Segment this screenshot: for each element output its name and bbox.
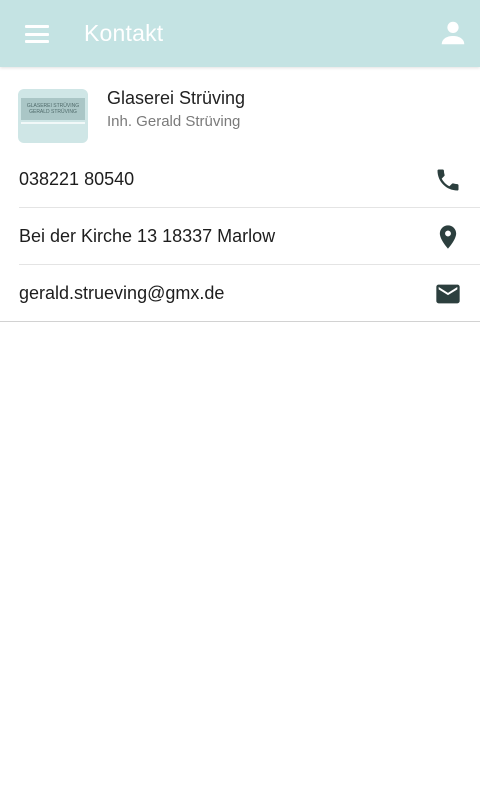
contact-content: GLASEREI STRÜVING GERALD STRÜVING Glaser…: [0, 67, 480, 322]
account-button[interactable]: [438, 18, 468, 48]
phone-icon[interactable]: [433, 165, 463, 195]
logo-text-line-2: GERALD STRÜVING: [29, 109, 77, 115]
contact-row-email[interactable]: gerald.strueving@gmx.de: [0, 265, 480, 322]
company-header: GLASEREI STRÜVING GERALD STRÜVING Glaser…: [0, 67, 480, 151]
email-address: gerald.strueving@gmx.de: [19, 283, 225, 303]
mail-icon[interactable]: [433, 279, 463, 309]
location-pin-icon[interactable]: [433, 222, 463, 252]
app-bar: Kontakt: [0, 0, 480, 67]
address-text: Bei der Kirche 13 18337 Marlow: [19, 226, 276, 246]
contact-row-phone[interactable]: 038221 80540: [0, 151, 480, 208]
menu-icon: [25, 25, 49, 28]
contact-row-address[interactable]: Bei der Kirche 13 18337 Marlow: [0, 208, 480, 265]
phone-number: 038221 80540: [19, 169, 135, 189]
account-icon: [441, 21, 465, 45]
company-logo: GLASEREI STRÜVING GERALD STRÜVING: [18, 89, 88, 143]
divider: [0, 321, 480, 322]
company-name: Glaserei Strüving: [107, 88, 246, 108]
menu-button[interactable]: [23, 22, 51, 46]
page-title: Kontakt: [84, 20, 164, 46]
company-owner: Inh. Gerald Strüving: [107, 113, 241, 130]
